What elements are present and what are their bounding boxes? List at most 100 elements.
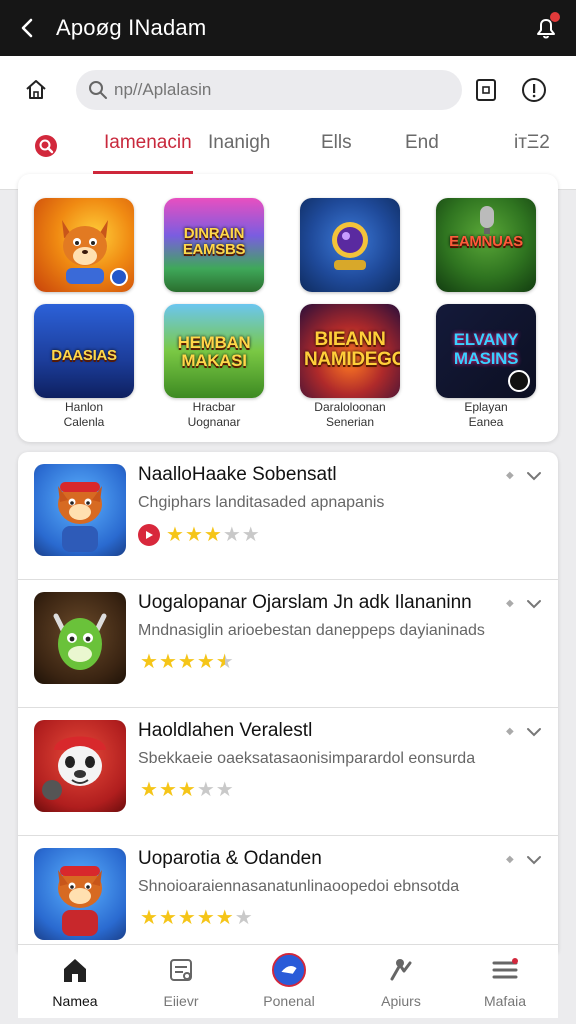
star-icon: ★: [140, 907, 158, 929]
rating-stars: ★ ★ ★ ★ ★: [140, 780, 235, 800]
dot-icon: ◆: [506, 726, 514, 737]
list-item[interactable]: Uogalopanar Ojarslam Jn adk Ilananinn Mn…: [18, 580, 558, 708]
info-button[interactable]: [520, 76, 548, 104]
list-item[interactable]: Haoldlahen Veralestl Sbekkaeie oaeksatas…: [18, 708, 558, 836]
star-icon: ★: [158, 907, 177, 929]
nav-chat[interactable]: Ponenal: [244, 953, 334, 1009]
featured-tile-6[interactable]: HEMBAN MAKASI: [164, 304, 264, 398]
menu-icon: [492, 958, 518, 979]
tab-iamenacin[interactable]: Iamenacin: [104, 132, 192, 172]
app-description: Sbekkaeie oaeksatasaonisimparardol eonsu…: [138, 750, 476, 767]
back-button[interactable]: [0, 0, 56, 56]
dot-icon: ◆: [506, 854, 514, 865]
rating-stars: ★ ★ ★ ★ ★: [140, 652, 235, 672]
app-title: Apoøg INadam: [56, 15, 207, 40]
list-item[interactable]: NaalloHaake Sobensatl Chgiphars landitas…: [18, 452, 558, 580]
star-half-icon: ★: [215, 651, 234, 673]
featured-caption: EAMNUAS: [449, 233, 523, 250]
dot-icon: ◆: [506, 470, 514, 481]
chevron-down-icon[interactable]: [524, 850, 544, 870]
dot-icon: ◆: [506, 598, 514, 609]
tab-end[interactable]: End: [405, 132, 439, 172]
nav-library[interactable]: Eiievr: [136, 953, 226, 1009]
star-icon: ★: [140, 651, 158, 673]
search-field[interactable]: [76, 70, 462, 110]
featured-tile-5[interactable]: DAASIAS: [34, 304, 134, 398]
rating-stars: ★ ★ ★ ★ ★ ★: [140, 908, 254, 928]
featured-tile-2[interactable]: DINRAIN EAMSBS: [164, 198, 264, 292]
home-button[interactable]: [20, 74, 52, 106]
tab-inanigh[interactable]: Inanigh: [208, 132, 270, 172]
play-store-badge-icon: [138, 524, 160, 546]
search-input[interactable]: [114, 80, 444, 100]
star-icon: ★: [177, 651, 196, 673]
bottom-navigation: Namea Eiievr Ponenal Apiurs Mafaia: [18, 944, 558, 1018]
featured-label-8: Eplayan Eanea: [464, 400, 508, 429]
featured-label-5: Hanlon Calenla: [63, 400, 105, 429]
scan-button[interactable]: [472, 76, 500, 104]
title-bar: Apoøg INadam: [0, 0, 576, 56]
app-name: Uogalopanar Ojarslam Jn adk Ilananinn: [138, 592, 472, 613]
microphone-icon: [480, 206, 494, 234]
monster-app-icon: [34, 592, 126, 684]
app-name: Uoparotia & Odanden: [138, 848, 322, 869]
nav-label: Mafaia: [483, 993, 527, 1009]
app-description: Mndnasiglin arioebestan daneppeps dayian…: [138, 622, 485, 639]
featured-label-6: Hracbar Uognanar: [187, 400, 241, 429]
fox-app-icon: [34, 848, 126, 940]
game-list: NaalloHaake Sobensatl Chgiphars landitas…: [18, 452, 558, 952]
featured-games-grid: DINRAIN EAMSBS EAMNUAS DAASIAS Hanlon Cal…: [18, 174, 558, 442]
tab-ells[interactable]: Ells: [321, 132, 352, 172]
featured-caption: DAASIAS: [51, 347, 117, 364]
nav-apps[interactable]: Apiurs: [356, 953, 446, 1009]
edit-badge-icon: [508, 370, 530, 392]
star-icon: ★: [222, 524, 241, 546]
rating-stars: ★ ★ ★ ★ ★: [138, 524, 261, 546]
star-icon: ★: [177, 907, 196, 929]
featured-tile-7[interactable]: BIEANN NAMIDEGO: [300, 304, 400, 398]
magic-orb-icon: [332, 222, 368, 270]
featured-caption: BIEANN NAMIDEGO: [304, 329, 400, 370]
star-icon: ★: [158, 651, 177, 673]
star-icon: ★: [166, 524, 184, 546]
app-description: Shnoioaraiennasanatunlinaoopedoi ebnsotd…: [138, 878, 460, 895]
chevron-down-icon[interactable]: [524, 594, 544, 614]
app-name: Haoldlahen Veralestl: [138, 720, 313, 741]
app-name: NaalloHaake Sobensatl: [138, 464, 337, 485]
home-outline-icon: [26, 80, 46, 99]
star-icon: ★: [196, 651, 215, 673]
star-icon: ★: [215, 907, 234, 929]
nav-home[interactable]: Namea: [30, 953, 120, 1009]
featured-tile-3[interactable]: [300, 198, 400, 292]
play-badge-icon: [110, 268, 128, 286]
notification-button[interactable]: [530, 12, 562, 44]
nav-label: Eiievr: [163, 993, 199, 1009]
tab-more[interactable]: ітΞ2: [514, 132, 550, 172]
chat-icon: [272, 953, 306, 987]
search-badge-icon[interactable]: [32, 132, 60, 160]
featured-caption: ELVANY MASINS: [453, 330, 519, 368]
nav-menu[interactable]: Mafaia: [460, 953, 550, 1009]
home-icon: [64, 959, 86, 982]
star-icon: ★: [196, 779, 215, 801]
star-icon: ★: [203, 524, 222, 546]
list-item[interactable]: Uoparotia & Odanden Shnoioaraiennasanatu…: [18, 836, 558, 952]
document-icon: [170, 959, 192, 981]
featured-tile-8[interactable]: ELVANY MASINS: [436, 304, 536, 398]
star-icon: ★: [177, 779, 196, 801]
fox-character-icon: [62, 220, 108, 284]
featured-tile-4[interactable]: EAMNUAS: [436, 198, 536, 292]
featured-label-7: Daraloloonan Senerian: [314, 400, 386, 429]
featured-tile-1[interactable]: [34, 198, 134, 292]
fox-app-icon: [34, 464, 126, 556]
chevron-down-icon[interactable]: [524, 466, 544, 486]
star-icon: ★: [184, 524, 203, 546]
star-icon: ★: [234, 907, 253, 929]
info-icon: [522, 78, 546, 102]
nav-label: Apiurs: [381, 993, 421, 1009]
nav-label: Ponenal: [263, 993, 315, 1009]
chevron-down-icon[interactable]: [524, 722, 544, 742]
star-icon: ★: [241, 524, 260, 546]
nav-label: Namea: [52, 993, 98, 1009]
bear-app-icon: [34, 720, 126, 812]
